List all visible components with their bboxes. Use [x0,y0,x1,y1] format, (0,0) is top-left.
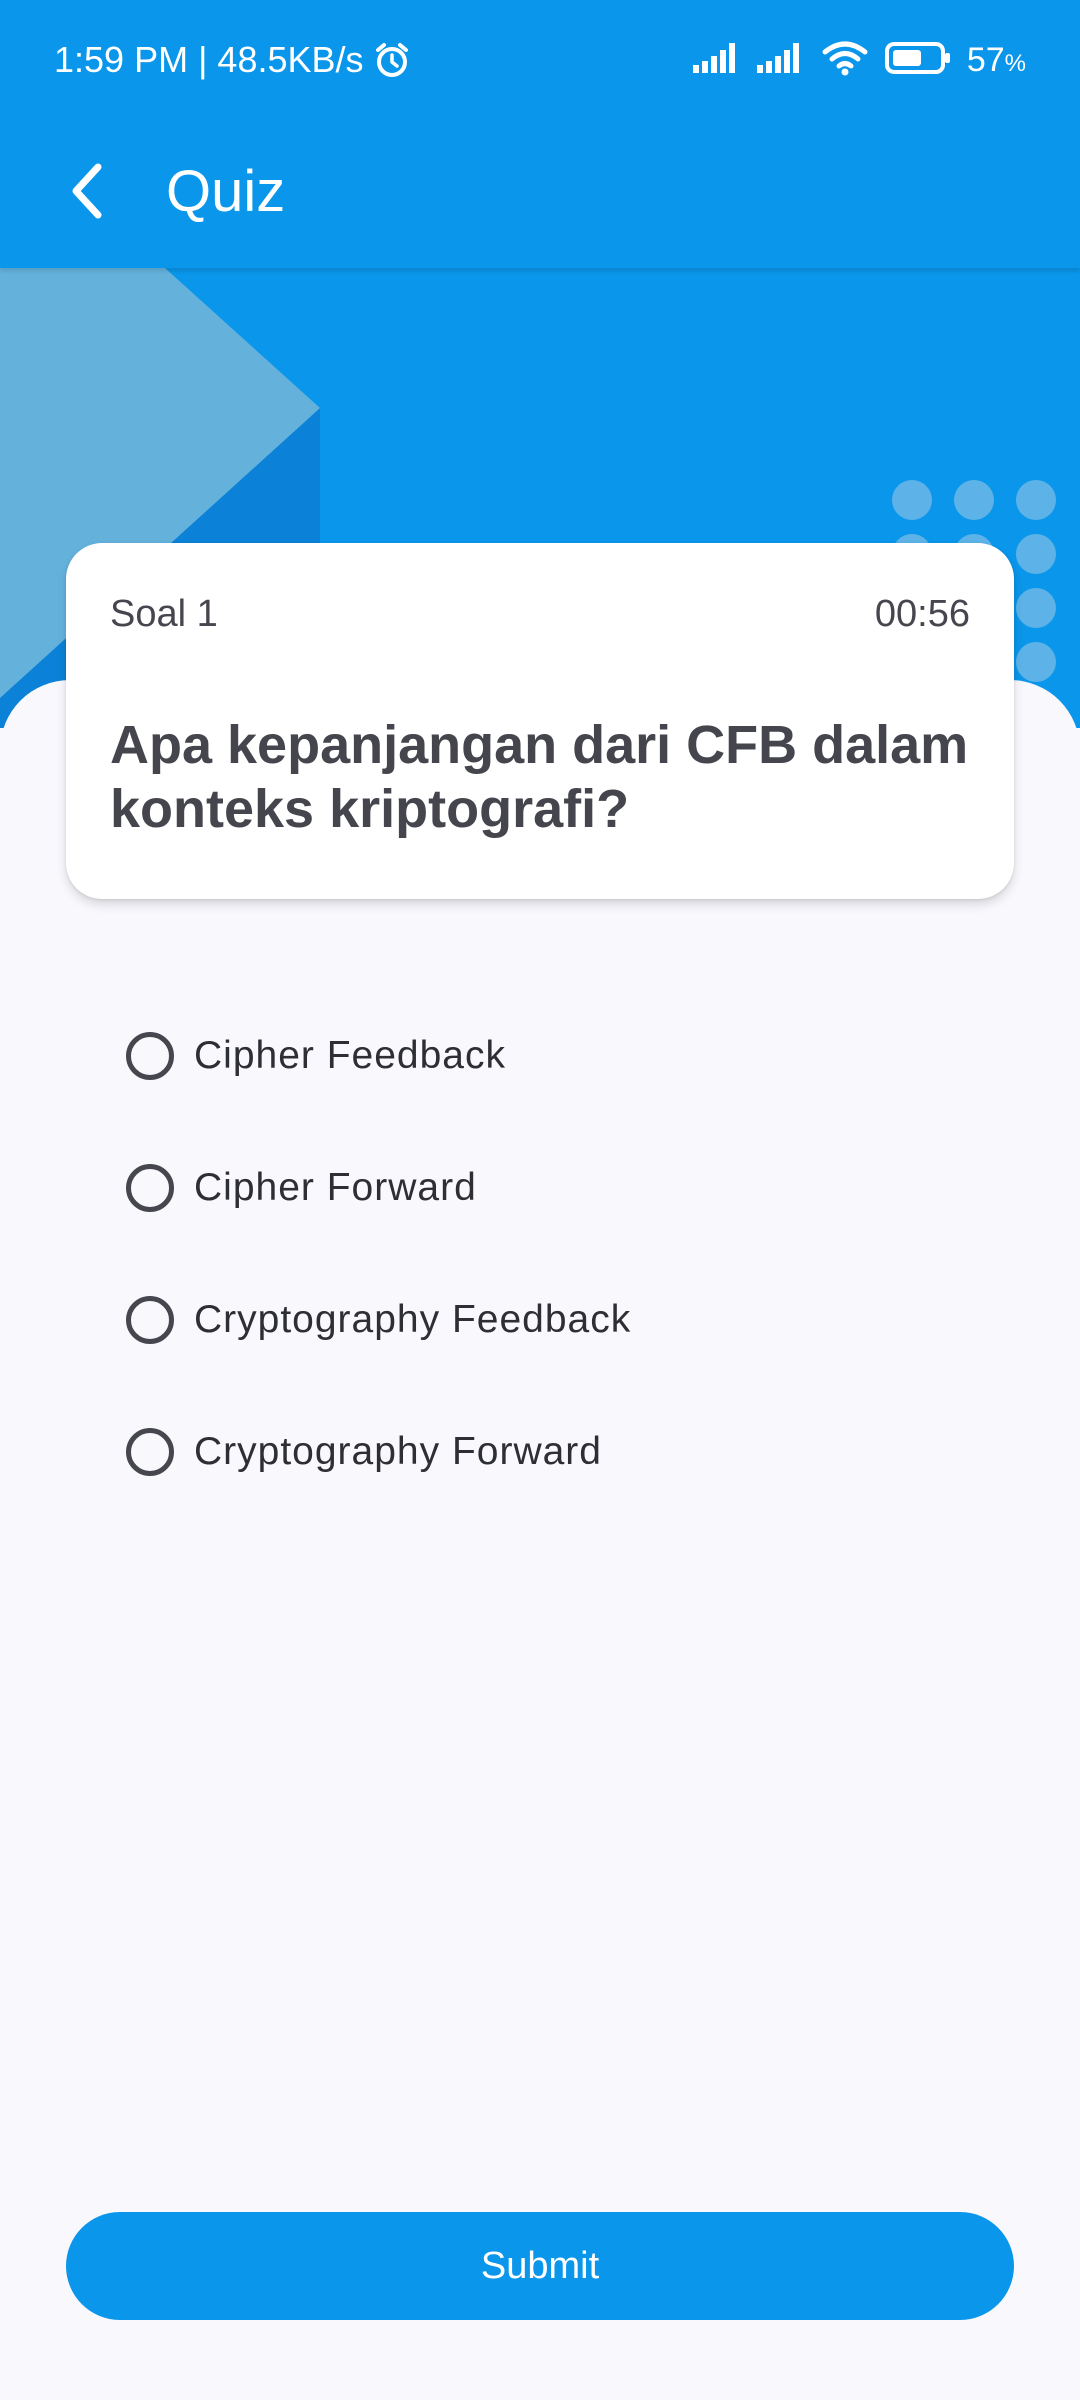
wifi-icon [821,40,869,81]
answer-option[interactable]: Cryptography Feedback [120,1284,631,1356]
radio-button[interactable] [126,1032,174,1080]
radio-button[interactable] [126,1428,174,1476]
submit-button[interactable]: Submit [66,2212,1014,2320]
signal-icon [692,42,741,78]
status-left: 1:59 PM | 48.5KB/s [54,38,412,82]
status-time-speed: 1:59 PM | 48.5KB/s [54,39,364,80]
quiz-screen: 1:59 PM | 48.5KB/s 57% Quiz Soal 1 00:56… [0,0,1080,2400]
battery-percent-unit: % [1004,49,1026,77]
app-bar: Quiz [0,120,1080,268]
answer-option-label: Cipher Forward [194,1166,477,1209]
question-card: Soal 1 00:56 Apa kepanjangan dari CFB da… [66,543,1014,899]
radio-button[interactable] [126,1164,174,1212]
answer-option-label: Cryptography Forward [194,1430,602,1473]
answer-option[interactable]: Cryptography Forward [120,1416,631,1488]
alarm-clock-icon [372,40,412,80]
back-button[interactable] [44,146,134,236]
battery-icon [884,41,951,80]
answer-option-label: Cryptography Feedback [194,1298,632,1341]
radio-button[interactable] [126,1296,174,1344]
battery-percent-value: 57 [966,40,1005,79]
signal-icon [756,42,805,78]
timer: 00:56 [874,593,970,635]
answer-option-label: Cipher Feedback [194,1034,506,1077]
question-number: Soal 1 [110,593,218,635]
question-text: Apa kepanjangan dari CFB dalam konteks k… [110,715,969,839]
status-right: 57% [692,36,1026,84]
page-title: Quiz [166,159,286,224]
battery-percent: 57% [967,41,1026,80]
answer-option[interactable]: Cipher Feedback [120,1020,631,1092]
answer-options: Cipher Feedback Cipher Forward Cryptogra… [120,1020,631,1548]
chevron-left-icon [72,163,102,219]
status-bar: 1:59 PM | 48.5KB/s 57% [0,0,1080,120]
answer-option[interactable]: Cipher Forward [120,1152,631,1224]
